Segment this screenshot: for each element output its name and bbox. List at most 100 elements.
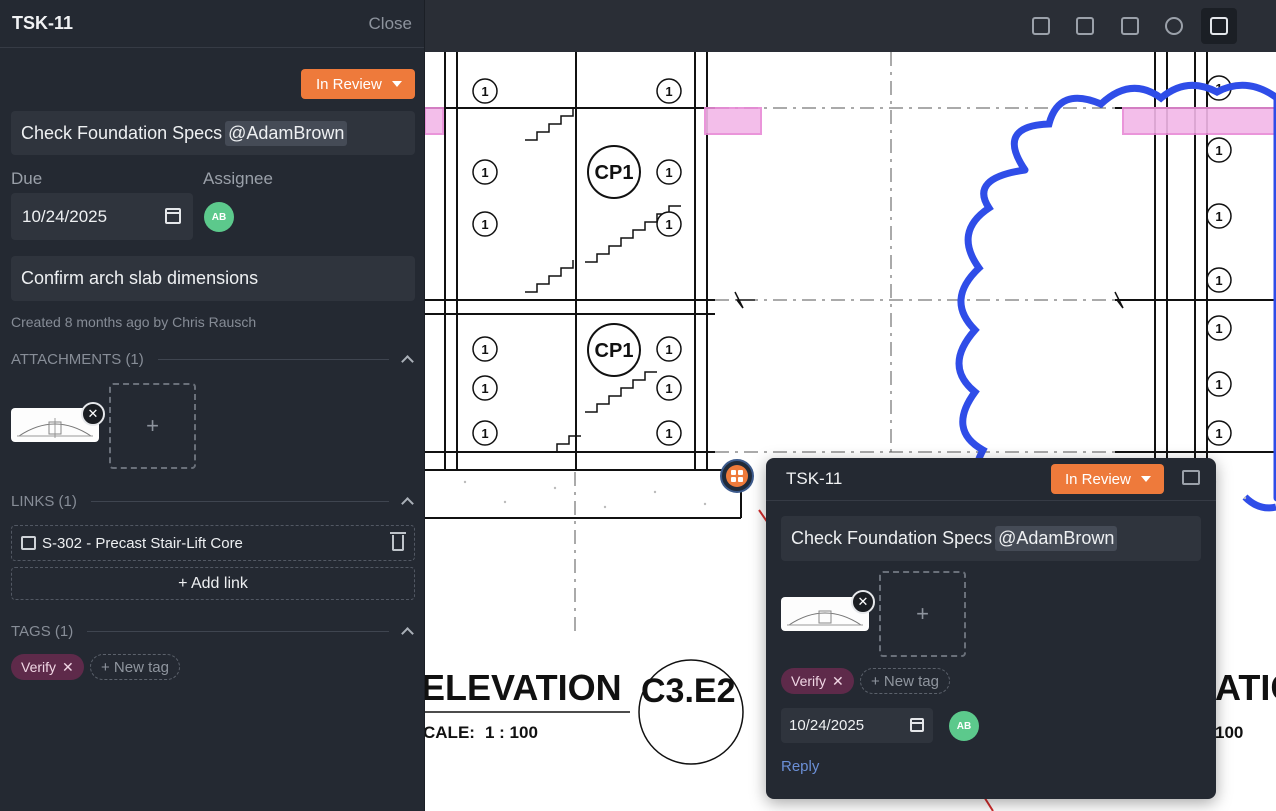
chevron-up-icon[interactable] [401,627,414,640]
popup-due-date-value: 10/24/2025 [789,717,865,734]
link-item[interactable]: S-302 - Precast Stair-Lift Core [11,525,415,561]
image-tool-button[interactable] [1112,8,1148,44]
svg-text:1: 1 [1215,273,1222,288]
svg-text:1: 1 [665,165,672,180]
close-button[interactable]: Close [369,14,412,34]
grid-number-label: 1 [481,84,488,99]
close-icon: ✕ [857,594,869,609]
close-icon: ✕ [87,406,99,421]
popup-status-label: In Review [1065,470,1131,488]
callout-label-cp1: CP1 [595,162,634,184]
comment-tool-icon [1076,17,1094,35]
svg-text:1: 1 [1215,377,1222,392]
popup-title-text: Check Foundation Specs [791,528,993,548]
created-info: Created 8 months ago by Chris Rausch [11,314,257,330]
chevron-up-icon[interactable] [401,355,414,368]
description-text: Confirm arch slab dimensions [21,268,259,288]
svg-text:1: 1 [481,342,488,357]
due-date-value: 10/24/2025 [22,206,108,226]
scale-text: CALE: [425,723,475,742]
callout-label-cp1: CP1 [595,340,634,362]
svg-text:1: 1 [481,217,488,232]
popup-add-attachment-button[interactable]: + [879,571,966,657]
comment-tool-button[interactable] [1067,8,1103,44]
svg-text:1: 1 [665,342,672,357]
tags-section-header[interactable]: TAGS (1) [11,621,415,641]
elevation-reference: C3.E2 [641,672,736,710]
stamp-tool-button[interactable] [1201,8,1237,44]
add-attachment-button[interactable]: + [109,383,196,469]
trash-icon[interactable] [390,532,406,551]
task-marker[interactable] [720,459,754,493]
tag-label: Verify [791,673,827,689]
divider [157,358,389,360]
text-tool-button[interactable] [1023,8,1059,44]
remove-tag-icon[interactable]: ✕ [62,659,74,676]
image-tool-icon [1121,17,1139,35]
popup-title-field[interactable]: Check Foundation Specs @AdamBrown [781,516,1201,561]
plus-icon: + [146,413,159,438]
svg-text:1: 1 [481,165,488,180]
due-label: Due [11,169,43,188]
task-title-field[interactable]: Check Foundation Specs @AdamBrown [11,111,415,155]
stamp-tool-icon [1210,17,1228,35]
svg-text:1: 1 [1215,321,1222,336]
svg-text:1: 1 [1215,143,1222,158]
remove-attachment-button[interactable]: ✕ [851,590,875,614]
remove-attachment-button[interactable]: ✕ [81,402,105,426]
svg-text:1: 1 [665,84,672,99]
elevation-title-left: ELEVATION [425,667,622,708]
annotation-toolbar [425,0,1276,52]
chevron-down-icon [391,81,402,87]
remove-tag-icon[interactable]: ✕ [832,673,844,690]
text-tool-icon [1032,17,1050,35]
scale-value: 1 : 100 [485,723,538,742]
chevron-up-icon[interactable] [401,497,414,510]
divider [87,630,389,632]
svg-text:1: 1 [481,381,488,396]
svg-text:1: 1 [665,217,672,232]
document-icon [21,536,36,550]
links-header-label: LINKS (1) [11,492,77,510]
popup-due-date-input[interactable]: 10/24/2025 [781,708,933,743]
link-tool-icon [1165,17,1183,35]
panel-header: TSK-11 Close [0,0,424,48]
task-title-text: Check Foundation Specs [21,122,223,143]
popup-tag-chip[interactable]: Verify ✕ [781,668,854,694]
mention-chip[interactable]: @AdamBrown [225,120,348,146]
open-panel-icon[interactable] [1182,470,1200,485]
svg-text:1: 1 [1215,209,1222,224]
calendar-icon[interactable] [165,208,181,224]
task-marker-icon [726,465,748,487]
tag-label: Verify [21,659,57,675]
svg-text:1: 1 [665,426,672,441]
attachments-section-header[interactable]: ATTACHMENTS (1) [11,349,415,369]
plus-icon: + [916,601,929,626]
attachments-header-label: ATTACHMENTS (1) [11,350,144,368]
description-field[interactable]: Confirm arch slab dimensions [11,256,415,301]
reply-link[interactable]: Reply [781,758,819,775]
new-tag-button[interactable]: + New tag [90,654,180,680]
calendar-icon[interactable] [910,718,924,732]
task-popup: TSK-11 In Review Check Foundation Specs … [766,458,1216,799]
status-dropdown[interactable]: In Review [301,69,415,99]
chevron-down-icon [1140,476,1151,482]
links-section-header[interactable]: LINKS (1) [11,491,415,511]
tag-chip[interactable]: Verify ✕ [11,654,84,680]
task-panel: TSK-11 Close In Review Check Foundation … [0,0,425,811]
mention-chip[interactable]: @AdamBrown [995,526,1118,551]
status-label: In Review [316,75,382,93]
popup-status-dropdown[interactable]: In Review [1051,464,1164,494]
popup-task-id: TSK-11 [786,469,843,488]
link-tool-button[interactable] [1156,8,1192,44]
elevation-title-right: ATIC [1215,667,1276,708]
popup-assignee-avatar[interactable]: AB [949,711,979,741]
popup-new-tag-button[interactable]: + New tag [860,668,950,694]
divider [90,500,389,502]
assignee-label: Assignee [203,169,273,188]
tags-header-label: TAGS (1) [11,622,74,640]
due-date-input[interactable]: 10/24/2025 [11,193,193,240]
assignee-avatar[interactable]: AB [204,202,234,232]
svg-text:1: 1 [481,426,488,441]
add-link-button[interactable]: + Add link [11,567,415,600]
